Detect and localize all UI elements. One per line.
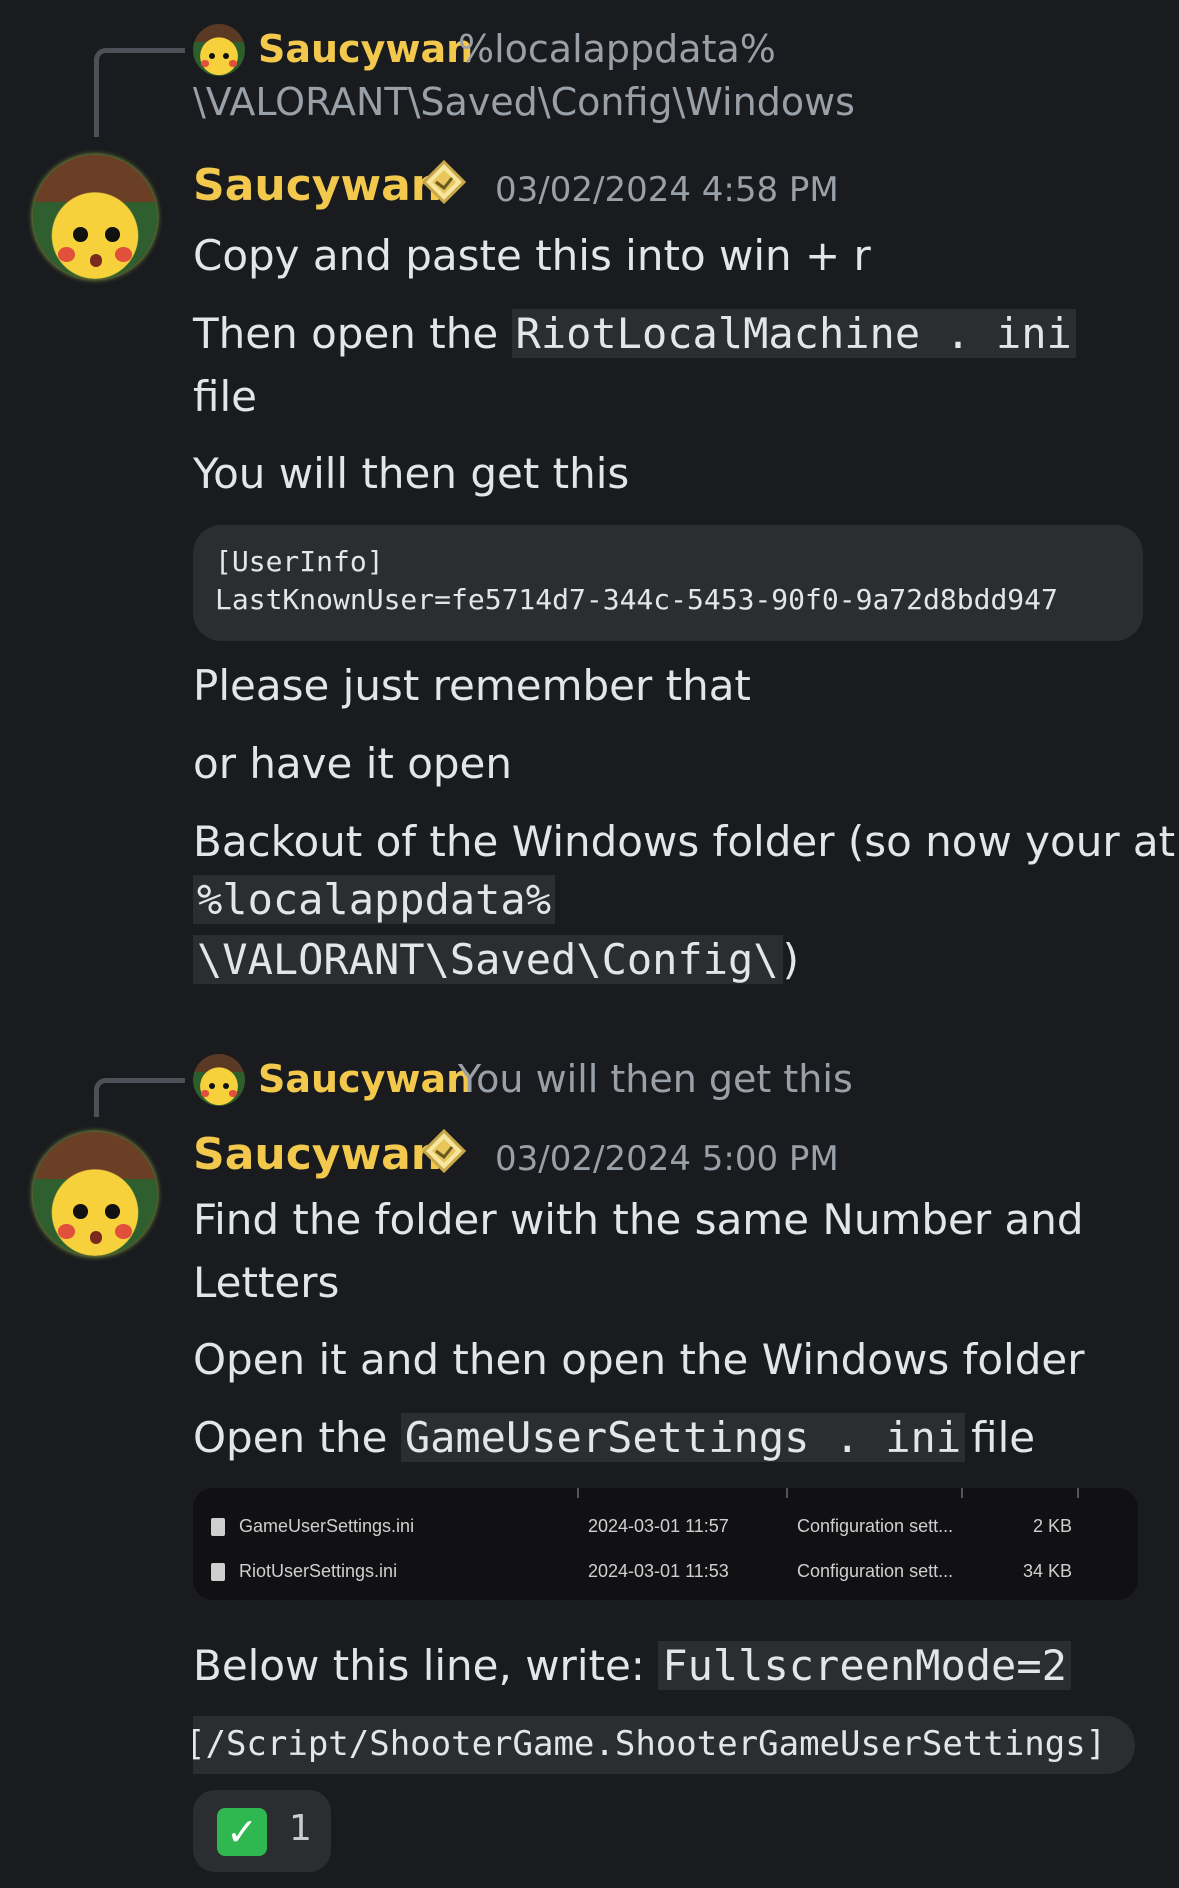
code-line: [UserInfo]	[215, 545, 384, 578]
message-text: file	[971, 1413, 1036, 1462]
message-line: Find the folder with the same Number and	[193, 1195, 1084, 1244]
message-line: %localappdata%	[193, 870, 556, 930]
message-line: file	[193, 372, 257, 421]
file-icon	[211, 1518, 225, 1536]
inline-code: GameUserSettings . ini	[400, 1413, 966, 1462]
check-mark-icon: ✓	[217, 1808, 267, 1856]
message-line: Backout of the Windows folder (so now yo…	[193, 817, 1176, 866]
file-name: RiotUserSettings.ini	[239, 1561, 398, 1581]
reaction-button[interactable]: ✓ 1	[193, 1790, 331, 1872]
message-line: Open it and then open the Windows folder	[193, 1335, 1085, 1384]
file-type: Configuration sett...	[797, 1561, 954, 1581]
file-explorer-image[interactable]: GameUserSettings.ini 2024-03-01 11:57 Co…	[193, 1488, 1138, 1600]
message-text: Open the	[193, 1413, 401, 1462]
message-line: Letters	[193, 1258, 340, 1307]
server-badge-icon[interactable]	[422, 160, 466, 204]
code-line: [/Script/ShooterGame.ShooterGameUserSett…	[193, 1724, 1107, 1764]
file-type: Configuration sett...	[797, 1516, 954, 1536]
author-avatar[interactable]	[33, 155, 157, 279]
file-row[interactable]: GameUserSettings.ini 2024-03-01 11:57 Co…	[193, 1510, 1138, 1544]
message-line: Please just remember that	[193, 661, 751, 710]
file-row[interactable]: RiotUserSettings.ini 2024-03-01 11:53 Co…	[193, 1555, 1138, 1589]
file-date: 2024-03-01 11:53	[588, 1561, 729, 1581]
column-divider	[961, 1488, 963, 1498]
reply-author[interactable]: Saucywan	[258, 27, 473, 71]
column-divider	[1077, 1488, 1079, 1498]
reaction-count: 1	[289, 1808, 312, 1849]
reply-preview-line2[interactable]: \VALORANT\Saved\Config\Windows	[193, 80, 855, 124]
author-name[interactable]: Saucywan	[193, 160, 442, 211]
reply-connector	[94, 48, 185, 137]
message-text: Then open the	[193, 309, 512, 358]
author-avatar[interactable]	[33, 1132, 157, 1256]
reply-preview-line1[interactable]: %localappdata%	[458, 27, 776, 71]
message-line: You will then get this	[193, 449, 630, 498]
code-line-strip[interactable]: [/Script/ShooterGame.ShooterGameUserSett…	[193, 1716, 1135, 1774]
inline-code: FullscreenMode=2	[658, 1641, 1071, 1690]
code-block[interactable]: [UserInfo] LastKnownUser=fe5714d7-344c-5…	[193, 525, 1143, 641]
reply-author[interactable]: Saucywan	[258, 1057, 473, 1101]
file-date: 2024-03-01 11:57	[588, 1516, 729, 1536]
message-line: or have it open	[193, 739, 513, 788]
reply-avatar[interactable]	[193, 1054, 245, 1106]
message-timestamp: 03/02/2024 4:58 PM	[495, 170, 839, 210]
message-line: Then open the RiotLocalMachine . ini	[193, 304, 1076, 364]
file-name: GameUserSettings.ini	[239, 1516, 415, 1536]
message-text: Below this line, write:	[193, 1641, 659, 1690]
file-size: 34 KB	[1023, 1561, 1073, 1581]
message-line: Below this line, write: FullscreenMode=2	[193, 1636, 1071, 1696]
file-icon	[211, 1563, 225, 1581]
server-badge-icon[interactable]	[422, 1129, 466, 1173]
code-line: LastKnownUser=fe5714d7-344c-5453-90f0-9a…	[215, 583, 1058, 616]
message-text: )	[782, 935, 799, 984]
file-size: 2 KB	[1033, 1516, 1073, 1536]
column-divider	[577, 1488, 579, 1498]
message-line: \VALORANT\Saved\Config\)	[193, 930, 799, 990]
message-timestamp: 03/02/2024 5:00 PM	[495, 1139, 839, 1179]
inline-code: RiotLocalMachine . ini	[511, 309, 1076, 358]
column-divider	[786, 1488, 788, 1498]
message-line: Copy and paste this into win + r	[193, 231, 871, 280]
inline-code: %localappdata%	[193, 875, 556, 924]
reply-preview-line1[interactable]: You will then get this	[458, 1057, 853, 1101]
message-line: Open the GameUserSettings . ini file	[193, 1408, 1035, 1468]
inline-code: \VALORANT\Saved\Config\	[193, 935, 783, 984]
reply-connector	[94, 1078, 185, 1117]
reply-avatar[interactable]	[193, 24, 245, 76]
author-name[interactable]: Saucywan	[193, 1129, 442, 1180]
